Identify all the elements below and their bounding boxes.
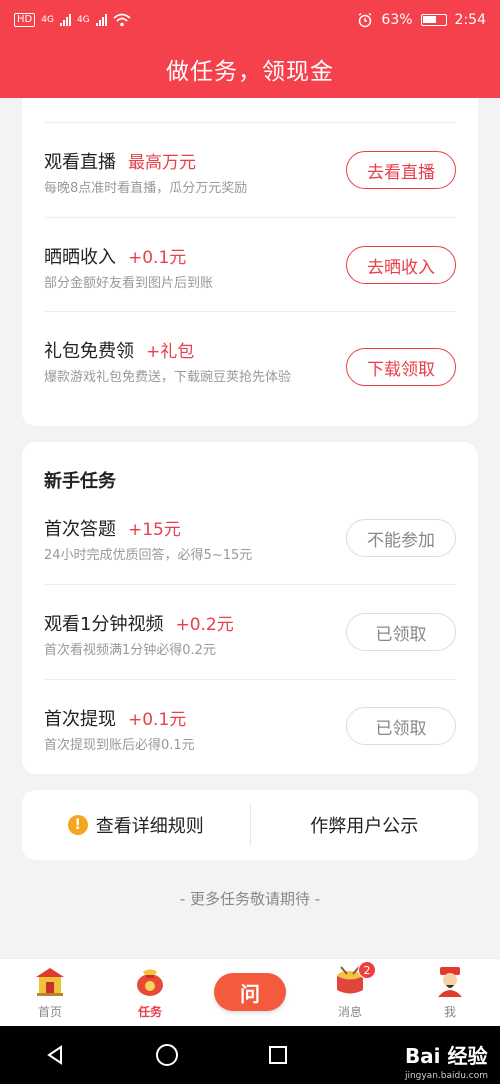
baidu-jingyan-watermark: Bai 经验 jingyan.baidu.com bbox=[405, 1040, 488, 1081]
task-title: 晒晒收入 bbox=[44, 247, 116, 268]
watermark-url: jingyan.baidu.com bbox=[404, 1071, 488, 1081]
daily-tasks-card: 观看直播 最高万元 每晚8点准时看直播，瓜分万元奖励 去看直播 晒晒收入 +0.1元… bbox=[22, 78, 478, 426]
watch-live-button[interactable]: 去看直播 bbox=[346, 151, 456, 189]
clock: 2:54 bbox=[454, 12, 486, 28]
cheaters-link[interactable]: 作弊用户公示 bbox=[251, 812, 479, 838]
claimed-button[interactable]: 已领取 bbox=[346, 613, 456, 651]
task-reward: +礼包 bbox=[146, 342, 195, 362]
task-row-first-answer: 首次答题 +15元 24小时完成优质回答，必得5~15元 不能参加 bbox=[44, 515, 456, 565]
alarm-icon bbox=[359, 12, 372, 28]
watermark-brand: Bai 经验 bbox=[404, 1044, 488, 1068]
task-row-gift-pack: 礼包免费领 +礼包 爆款游戏礼包免费送，下载豌豆荚抢先体验 下载领取 bbox=[44, 337, 456, 387]
fortune-god-avatar-icon bbox=[438, 967, 462, 997]
cannot-join-button[interactable]: 不能参加 bbox=[346, 519, 456, 557]
task-desc: 每晚8点准时看直播，瓜分万元奖励 bbox=[44, 181, 248, 196]
page-header: 做任务，领现金 bbox=[0, 40, 500, 98]
tab-home[interactable]: 首页 bbox=[0, 959, 100, 1026]
tab-me[interactable]: 我 bbox=[400, 959, 500, 1026]
battery-percent: 63% bbox=[381, 12, 413, 28]
cheaters-link-label: 作弊用户公示 bbox=[310, 816, 419, 837]
task-row-first-withdraw: 首次提现 +0.1元 首次提现到账后必得0.1元 已领取 bbox=[44, 705, 456, 755]
task-title: 礼包免费领 bbox=[44, 341, 134, 362]
download-claim-button[interactable]: 下载领取 bbox=[346, 348, 456, 386]
task-reward: +15元 bbox=[128, 520, 181, 540]
message-count-badge: 2 bbox=[358, 961, 376, 979]
money-bag-icon bbox=[137, 969, 163, 996]
tab-tasks[interactable]: 任务 bbox=[100, 959, 200, 1026]
tab-bar: 首页 任务 问 2 消息 我 bbox=[0, 958, 500, 1026]
tab-label: 消息 bbox=[337, 1005, 362, 1019]
divider bbox=[44, 584, 456, 585]
rules-link[interactable]: ! 查看详细规则 bbox=[22, 812, 250, 838]
home-circle-icon[interactable] bbox=[154, 1042, 180, 1068]
task-row-watch-video: 观看1分钟视频 +0.2元 首次看视频满1分钟必得0.2元 已领取 bbox=[44, 610, 456, 660]
task-title: 观看1分钟视频 bbox=[44, 614, 164, 635]
battery-icon bbox=[420, 14, 447, 26]
task-desc: 首次提现到账后必得0.1元 bbox=[44, 738, 195, 753]
rules-link-label: 查看详细规则 bbox=[95, 816, 204, 837]
signal-icon bbox=[59, 14, 71, 26]
tab-label: 我 bbox=[443, 1005, 456, 1019]
divider bbox=[44, 311, 456, 312]
task-reward: +0.2元 bbox=[175, 615, 234, 635]
task-title: 首次提现 bbox=[44, 709, 116, 730]
network-type-2: 4G bbox=[76, 15, 90, 25]
divider bbox=[44, 217, 456, 218]
recents-square-icon[interactable] bbox=[266, 1043, 290, 1067]
tab-messages[interactable]: 2 消息 bbox=[300, 959, 400, 1026]
signal-icon bbox=[95, 14, 107, 26]
task-desc: 爆款游戏礼包免费送，下载豌豆荚抢先体验 bbox=[44, 370, 292, 385]
page-title: 做任务，领现金 bbox=[166, 59, 334, 85]
tab-label: 首页 bbox=[37, 1005, 62, 1019]
task-row-live: 观看直播 最高万元 每晚8点准时看直播，瓜分万元奖励 去看直播 bbox=[44, 148, 456, 198]
task-desc: 部分金额好友看到图片后到账 bbox=[44, 276, 214, 291]
home-temple-icon bbox=[36, 968, 64, 996]
share-income-button[interactable]: 去晒收入 bbox=[346, 246, 456, 284]
tab-ask[interactable]: 问 bbox=[200, 959, 300, 1026]
divider bbox=[44, 679, 456, 680]
ask-icon: 问 bbox=[214, 973, 286, 1011]
back-icon[interactable] bbox=[43, 1043, 67, 1067]
info-icon: ! bbox=[67, 815, 88, 835]
wifi-icon bbox=[113, 13, 131, 27]
task-desc: 24小时完成优质回答，必得5~15元 bbox=[44, 548, 253, 563]
task-reward: +0.1元 bbox=[128, 710, 187, 730]
section-title: 新手任务 bbox=[44, 471, 116, 492]
task-title: 观看直播 bbox=[44, 152, 116, 173]
network-type-1: 4G bbox=[41, 15, 54, 25]
task-reward: 最高万元 bbox=[128, 153, 196, 173]
ask-label: 问 bbox=[240, 981, 260, 1006]
tab-label: 任务 bbox=[137, 1005, 162, 1019]
more-tasks-hint: - 更多任务敬请期待 - bbox=[179, 890, 321, 908]
hd-indicator: HD bbox=[14, 13, 36, 27]
status-bar: HD 4G 4G 63% 2:54 bbox=[0, 0, 500, 40]
task-reward: +0.1元 bbox=[128, 248, 187, 268]
task-row-share-income: 晒晒收入 +0.1元 部分金额好友看到图片后到账 去晒收入 bbox=[44, 243, 456, 293]
claimed-button[interactable]: 已领取 bbox=[346, 707, 456, 745]
links-card: ! 查看详细规则 作弊用户公示 bbox=[22, 790, 478, 860]
task-desc: 首次看视频满1分钟必得0.2元 bbox=[44, 643, 216, 658]
divider bbox=[44, 122, 456, 123]
newbie-tasks-card: 新手任务 首次答题 +15元 24小时完成优质回答，必得5~15元 不能参加 观看… bbox=[22, 442, 478, 774]
task-title: 首次答题 bbox=[44, 519, 116, 540]
